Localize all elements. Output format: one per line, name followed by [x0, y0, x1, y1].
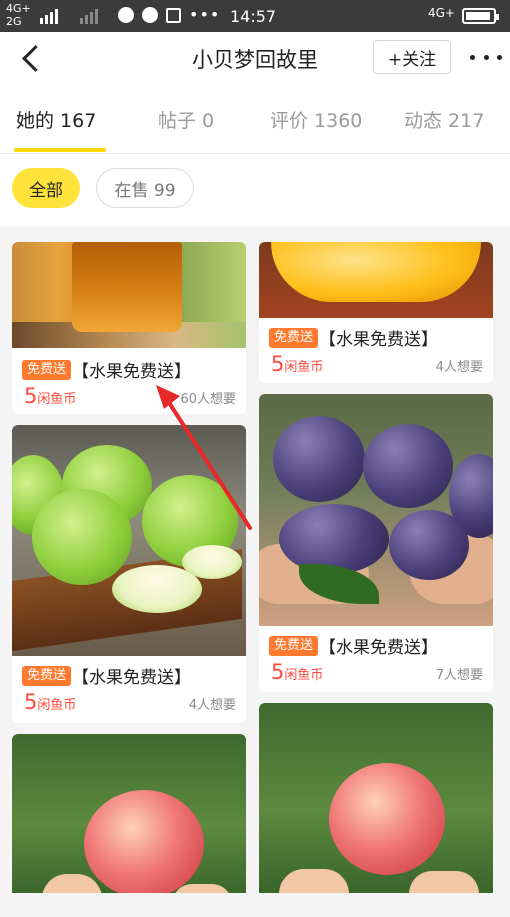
peach-image	[12, 734, 246, 917]
more-options-icon[interactable]	[470, 46, 502, 68]
free-gift-badge: 免费送	[22, 666, 72, 686]
filter-on-sale-chip[interactable]: 在售 99	[96, 168, 194, 208]
tab-posts[interactable]: 帖子 0	[158, 106, 214, 133]
network-type-right: 4G+	[428, 6, 455, 20]
tab-items[interactable]: 她的 167	[16, 106, 96, 133]
product-card[interactable]: 免费送 【水果免费送】 5闲鱼币 4人想要	[12, 425, 246, 723]
free-gift-badge: 免费送	[269, 328, 319, 348]
tab-activity[interactable]: 动态 217	[404, 106, 484, 133]
want-count: 4人想要	[435, 360, 483, 375]
product-card[interactable]	[259, 703, 493, 917]
product-title: 【水果免费送】	[319, 638, 438, 658]
green-apples-image	[12, 425, 246, 656]
app-notification-icon	[118, 7, 134, 23]
product-title: 【水果免费送】	[319, 330, 438, 350]
status-bar: 4G+ 2G ••• 14:57 4G+	[0, 0, 510, 32]
battery-icon	[462, 8, 499, 24]
filter-all-chip[interactable]: 全部	[12, 168, 80, 208]
product-price: 5闲鱼币	[271, 660, 324, 684]
peach-image	[259, 703, 493, 917]
signal-icon	[40, 6, 58, 24]
product-card[interactable]	[12, 734, 246, 917]
product-price: 5闲鱼币	[271, 352, 324, 376]
free-gift-badge: 免费送	[269, 636, 319, 656]
follow-button[interactable]: +关注	[373, 40, 451, 74]
product-title: 【水果免费送】	[72, 668, 191, 688]
network-type-bottom: 2G	[6, 15, 22, 28]
product-price: 5闲鱼币	[24, 690, 77, 714]
want-count: 7人想要	[435, 668, 483, 683]
signal-secondary-icon	[80, 6, 98, 24]
want-count: 4人想要	[188, 698, 236, 713]
network-type-top: 4G+	[6, 2, 31, 15]
yellow-plum-image	[259, 242, 493, 318]
product-price: 5闲鱼币	[24, 384, 77, 408]
bottom-edge	[0, 893, 510, 917]
clock: 14:57	[230, 7, 277, 26]
filter-bar: 全部 在售 99	[0, 154, 510, 226]
notification-icons: •••	[118, 7, 220, 23]
product-card[interactable]: 免费送 【水果免费送】 5闲鱼币 4人想要	[259, 242, 493, 383]
profile-tabs: 她的 167 帖子 0 评价 1360 动态 217	[0, 84, 510, 154]
honey-jar-image	[12, 242, 246, 348]
top-nav-bar: 小贝梦回故里 +关注	[0, 32, 510, 84]
app-notification-icon	[142, 7, 158, 23]
more-notifications-icon: •••	[189, 5, 221, 24]
product-card[interactable]: 免费送 【水果免费送】 5闲鱼币 7人想要	[259, 394, 493, 692]
image-notification-icon	[166, 7, 181, 23]
back-arrow-icon[interactable]	[18, 44, 46, 72]
active-tab-indicator	[14, 148, 106, 152]
free-gift-badge: 免费送	[22, 360, 72, 380]
tab-reviews[interactable]: 评价 1360	[270, 106, 362, 133]
purple-plums-image	[259, 394, 493, 626]
want-count: 60人想要	[180, 392, 236, 407]
product-card[interactable]: 免费送 【水果免费送】 5闲鱼币 60人想要	[12, 242, 246, 414]
network-indicator: 4G+ 2G	[6, 2, 31, 28]
product-title: 【水果免费送】	[72, 362, 191, 382]
